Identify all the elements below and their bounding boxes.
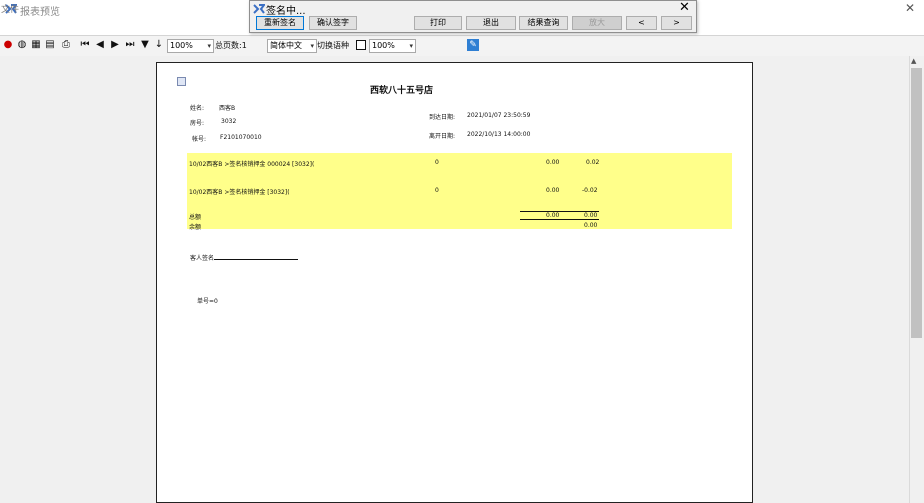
zoom-select-value: 100% xyxy=(170,41,193,50)
name-value: 西客B xyxy=(219,105,236,112)
row-2-balance: -0.02 xyxy=(582,187,598,194)
row-1-qty: 0 xyxy=(435,159,439,166)
print-button[interactable]: 打印 xyxy=(414,16,462,30)
chevron-down-icon: ▾ xyxy=(207,42,211,50)
menu-file[interactable]: 文件 xyxy=(1,2,19,15)
sign-pen-icon[interactable]: ✎ xyxy=(467,39,479,51)
sort-icon[interactable]: ↓ xyxy=(153,39,165,51)
row-2-desc: 10/02西客B >签名核销押金 [3032]( xyxy=(189,189,290,196)
prev-button[interactable]: < xyxy=(626,16,657,30)
window-close-icon[interactable]: ✕ xyxy=(905,1,915,15)
scroll-up-icon[interactable]: ▲ xyxy=(911,57,916,65)
row-2-qty: 0 xyxy=(435,187,439,194)
language-select[interactable]: 简体中文 ▾ xyxy=(267,39,317,53)
re-sign-button[interactable]: 重新签名 xyxy=(256,16,304,30)
print-icon[interactable]: ⎙ xyxy=(60,39,72,51)
filter-icon[interactable]: ▼ xyxy=(139,39,151,51)
print-setup-icon[interactable]: ▤ xyxy=(44,39,56,51)
next-button[interactable]: > xyxy=(661,16,692,30)
room-value: 3032 xyxy=(221,118,237,125)
language-select-value: 简体中文 xyxy=(270,41,302,50)
account-value: F2101070010 xyxy=(220,134,262,141)
bill-number: 单号=0 xyxy=(197,298,218,305)
result-query-button[interactable]: 结果查询 xyxy=(519,16,568,30)
total-underline xyxy=(520,219,599,220)
chevron-down-icon: ▾ xyxy=(310,42,314,50)
hotel-name: 西软八十五号店 xyxy=(370,86,434,96)
row-1-desc: 10/02西客B >签名核销押金 000024 [3032]( xyxy=(189,161,315,168)
app-logo-icon xyxy=(253,4,265,14)
arrival-value: 2021/01/07 23:50:59 xyxy=(467,112,531,119)
report-page xyxy=(156,62,753,503)
zoom2-select[interactable]: 100% ▾ xyxy=(369,39,416,53)
row-2-amount: 0.00 xyxy=(546,187,560,194)
dialog-close-icon[interactable]: ✕ xyxy=(679,0,690,15)
window-title: 报表预览 xyxy=(20,7,60,18)
next-page-icon[interactable]: ▶ xyxy=(109,39,121,51)
departure-label: 离开日期: xyxy=(429,133,456,140)
dialog-title: 签名中... xyxy=(266,6,306,17)
row-1-amount: 0.00 xyxy=(546,159,560,166)
scrollbar-thumb[interactable] xyxy=(911,68,922,338)
prev-page-icon[interactable]: ◀ xyxy=(94,39,106,51)
total-balance: 0.00 xyxy=(584,212,598,219)
departure-value: 2022/10/13 14:00:00 xyxy=(467,131,531,138)
last-page-icon[interactable]: ⏭ xyxy=(124,39,136,51)
confirm-sign-button[interactable]: 确认签字 xyxy=(309,16,357,30)
arrival-label: 到达日期: xyxy=(429,114,456,121)
switch-language-label: 切换语种 xyxy=(317,41,349,50)
total-label: 总额 xyxy=(189,214,202,221)
chevron-down-icon: ▾ xyxy=(409,42,413,50)
remain-label: 余额 xyxy=(189,224,202,231)
zoom2-select-value: 100% xyxy=(372,41,395,50)
row-1-balance: 0.02 xyxy=(586,159,600,166)
zoom-select[interactable]: 100% ▾ xyxy=(167,39,214,53)
refresh-icon[interactable]: ◍ xyxy=(16,39,28,51)
total-amount: 0.00 xyxy=(546,212,560,219)
stop-icon[interactable]: ● xyxy=(2,39,14,51)
remain-value: 0.00 xyxy=(584,222,598,229)
first-page-icon[interactable]: ⏮ xyxy=(79,39,91,51)
room-label: 房号: xyxy=(190,120,205,127)
total-pages-label: 总页数:1 xyxy=(215,41,247,50)
guest-sign-label: 客人签名 xyxy=(190,255,215,262)
enlarge-button[interactable]: 放大 xyxy=(572,16,622,30)
account-label: 帐号: xyxy=(192,136,207,143)
switch-language-checkbox[interactable] xyxy=(356,40,366,50)
page-marker-icon xyxy=(177,77,186,86)
exit-button[interactable]: 退出 xyxy=(466,16,516,30)
toolbar: ● ◍ ▦ ▤ ⎙ ⏮ ◀ ▶ ⏭ ▼ ↓ 100% ▾ 总页数:1 简体中文 … xyxy=(0,35,924,57)
export-icon[interactable]: ▦ xyxy=(30,39,42,51)
name-label: 姓名: xyxy=(190,105,205,112)
guest-sign-line xyxy=(214,259,298,260)
